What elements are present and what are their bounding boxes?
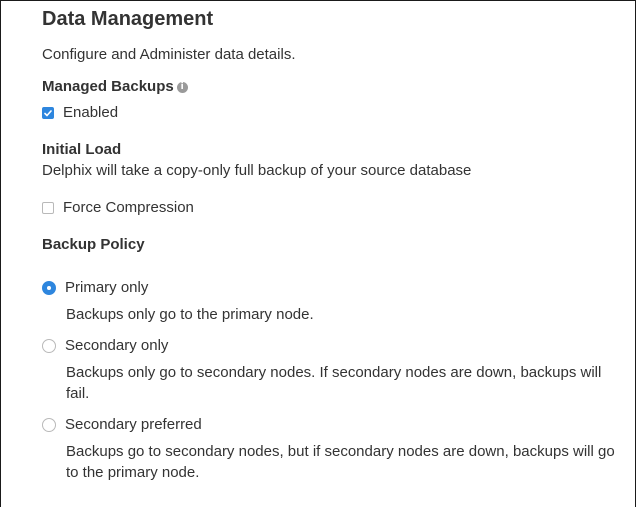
- enabled-checkbox-label[interactable]: Enabled: [63, 103, 118, 123]
- enabled-checkbox[interactable]: [42, 107, 54, 119]
- force-compression-row[interactable]: Force Compression: [42, 198, 622, 218]
- radio-dot: [47, 286, 51, 290]
- initial-load-description: Delphix will take a copy-only full backu…: [42, 162, 472, 179]
- radio-secondary-preferred[interactable]: Secondary preferred: [42, 415, 622, 435]
- initial-load-label: Initial Load: [42, 141, 122, 158]
- managed-backups-label: Managed Backups: [42, 78, 174, 95]
- force-compression-checkbox[interactable]: [42, 202, 54, 214]
- info-icon[interactable]: i: [176, 81, 188, 93]
- radio-primary-only-label[interactable]: Primary only: [65, 278, 148, 298]
- radio-button[interactable]: [42, 418, 56, 432]
- managed-backups-header: Managed Backups i: [42, 77, 622, 97]
- enabled-checkbox-row[interactable]: Enabled: [42, 103, 622, 123]
- radio-secondary-preferred-description: Backups go to secondary nodes, but if se…: [66, 443, 615, 481]
- radio-secondary-only-description: Backups only go to secondary nodes. If s…: [66, 364, 602, 402]
- checkmark-icon: [44, 109, 52, 116]
- force-compression-label[interactable]: Force Compression: [63, 198, 194, 218]
- data-management-panel: Data Management Configure and Administer…: [0, 0, 636, 507]
- radio-secondary-preferred-label[interactable]: Secondary preferred: [65, 415, 202, 435]
- page-title: Data Management: [42, 8, 214, 30]
- radio-primary-only[interactable]: Primary only: [42, 278, 622, 298]
- radio-secondary-only-label[interactable]: Secondary only: [65, 336, 168, 356]
- radio-primary-only-description: Backups only go to the primary node.: [66, 306, 314, 323]
- radio-secondary-only[interactable]: Secondary only: [42, 336, 622, 356]
- backup-policy-label: Backup Policy: [42, 236, 145, 253]
- radio-button-selected[interactable]: [42, 281, 56, 295]
- panel-content: Data Management Configure and Administer…: [42, 7, 622, 483]
- page-subtitle: Configure and Administer data details.: [42, 46, 296, 63]
- radio-button[interactable]: [42, 339, 56, 353]
